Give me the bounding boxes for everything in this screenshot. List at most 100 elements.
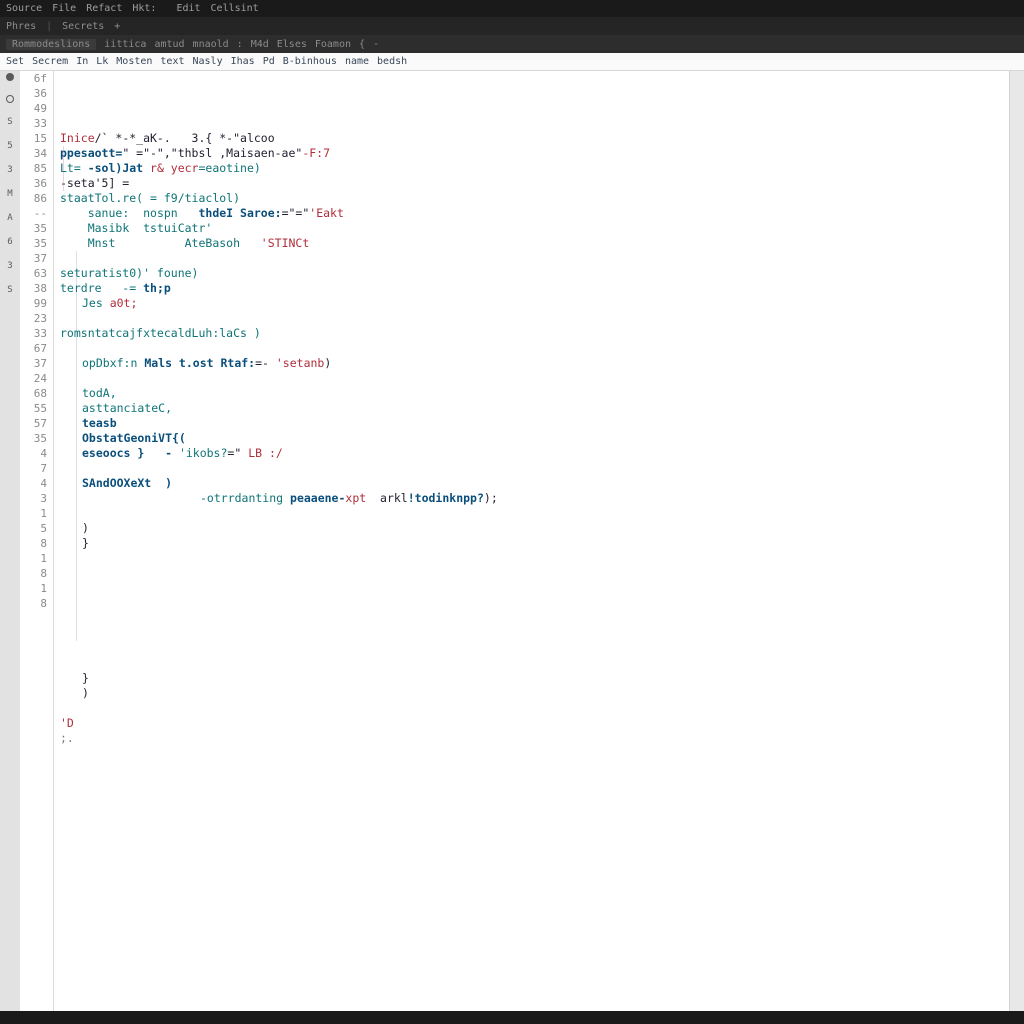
line-number: 35 bbox=[20, 236, 47, 251]
code-line[interactable] bbox=[60, 656, 1009, 671]
activity-glyph[interactable]: S bbox=[7, 117, 12, 127]
code-token: xpt bbox=[345, 491, 366, 505]
code-line[interactable]: Masibk tstuiCatr' bbox=[60, 221, 1009, 236]
code-line[interactable] bbox=[60, 581, 1009, 596]
code-line[interactable] bbox=[60, 611, 1009, 626]
code-line[interactable] bbox=[60, 551, 1009, 566]
code-line[interactable]: -otrrdanting peaaene-xpt arkl!todinknpp?… bbox=[60, 491, 1009, 506]
code-token: =" bbox=[227, 446, 248, 460]
line-number: 3 bbox=[20, 491, 47, 506]
tool-item[interactable]: Nasly bbox=[193, 56, 223, 67]
code-line[interactable]: asttanciateC, bbox=[60, 401, 1009, 416]
line-number: -- bbox=[20, 206, 47, 221]
code-line[interactable]: } bbox=[60, 536, 1009, 551]
code-line[interactable]: ) bbox=[60, 686, 1009, 701]
code-line[interactable]: ppesaott=" ="-","thbsl ,Maisaen-ae"-F:7 bbox=[60, 146, 1009, 161]
activity-glyph[interactable]: 3 bbox=[7, 261, 12, 271]
code-line[interactable] bbox=[60, 641, 1009, 656]
tool-item[interactable]: B-binhous bbox=[283, 56, 337, 67]
tool-item[interactable]: Secrem bbox=[32, 56, 68, 67]
menu-item[interactable]: Hkt: bbox=[132, 3, 156, 14]
breadcrumb-root[interactable]: Rommodeslions bbox=[6, 39, 96, 50]
breadcrumb-item[interactable]: Foamon bbox=[315, 39, 351, 50]
code-line[interactable]: opDbxf:n Mals t.ost Rtaf:=- 'setanb) bbox=[60, 356, 1009, 371]
tool-item[interactable]: name bbox=[345, 56, 369, 67]
code-line[interactable] bbox=[60, 341, 1009, 356]
code-line[interactable]: SAndOOXeXt ) bbox=[60, 476, 1009, 491]
menu-item[interactable]: Cellsint bbox=[211, 3, 259, 14]
tool-item[interactable]: Ihas bbox=[231, 56, 255, 67]
tool-item[interactable]: Lk bbox=[96, 56, 108, 67]
code-line[interactable]: ObstatGeoniVT{( bbox=[60, 431, 1009, 446]
breadcrumb-item[interactable]: M4d bbox=[251, 39, 269, 50]
vertical-scrollbar[interactable] bbox=[1009, 71, 1024, 1011]
activity-dot-filled-icon[interactable] bbox=[6, 73, 14, 81]
line-number: 34 bbox=[20, 146, 47, 161]
activity-dot-hollow-icon[interactable] bbox=[6, 95, 14, 103]
code-line[interactable]: staatTol.re( = f9/tiaclol) bbox=[60, 191, 1009, 206]
code-line[interactable]: 'D bbox=[60, 716, 1009, 731]
code-line[interactable] bbox=[60, 461, 1009, 476]
code-line[interactable] bbox=[60, 251, 1009, 266]
code-token: -sol)Jat bbox=[88, 161, 150, 175]
activity-glyph[interactable]: 5 bbox=[7, 141, 12, 151]
code-line[interactable]: seturatist0)' foune) bbox=[60, 266, 1009, 281]
activity-glyph[interactable]: M bbox=[7, 189, 12, 199]
menu-item[interactable]: Refact bbox=[86, 3, 122, 14]
tool-item[interactable]: text bbox=[160, 56, 184, 67]
line-number: 99 bbox=[20, 296, 47, 311]
code-line[interactable]: -seta'5] = bbox=[60, 176, 1009, 191]
breadcrumb-item[interactable]: mnaold bbox=[193, 39, 229, 50]
code-area[interactable]: Inice/` *-*_aK-. 3.{ *-"alcooppesaott=" … bbox=[54, 71, 1009, 1011]
menu-item[interactable]: Source bbox=[6, 3, 42, 14]
code-line[interactable] bbox=[60, 311, 1009, 326]
tool-item[interactable]: bedsh bbox=[377, 56, 407, 67]
code-line[interactable]: Jes a0t; bbox=[60, 296, 1009, 311]
code-line[interactable]: } bbox=[60, 671, 1009, 686]
tool-item[interactable]: Mosten bbox=[116, 56, 152, 67]
activity-glyph[interactable]: 3 bbox=[7, 165, 12, 175]
breadcrumb-item[interactable]: amtud bbox=[154, 39, 184, 50]
code-token: -F:7 bbox=[302, 146, 330, 160]
code-line[interactable]: todA, bbox=[60, 386, 1009, 401]
menu-item[interactable]: File bbox=[52, 3, 76, 14]
code-token: seturatist0)' foune) bbox=[60, 266, 198, 280]
code-line[interactable]: romsntatcajfxtecaldLuh:laCs ) bbox=[60, 326, 1009, 341]
code-line[interactable]: Inice/` *-*_aK-. 3.{ *-"alcoo bbox=[60, 131, 1009, 146]
activity-glyph[interactable]: A bbox=[7, 213, 12, 223]
breadcrumb-item[interactable]: iittica bbox=[104, 39, 146, 50]
tool-item[interactable]: In bbox=[76, 56, 88, 67]
new-tab-button[interactable]: + bbox=[114, 21, 120, 32]
tool-item[interactable]: Set bbox=[6, 56, 24, 67]
code-line[interactable]: sanue: nospn thdeI Saroe:="="'Eakt bbox=[60, 206, 1009, 221]
indent-guide bbox=[63, 146, 64, 191]
code-line[interactable] bbox=[60, 701, 1009, 716]
line-number: 35 bbox=[20, 221, 47, 236]
tab[interactable]: Phres bbox=[6, 21, 36, 32]
code-token: 'D bbox=[60, 716, 74, 730]
code-line[interactable]: terdre -= th;p bbox=[60, 281, 1009, 296]
code-token: Masibk tstuiCatr' bbox=[88, 221, 213, 235]
tab[interactable]: Secrets bbox=[62, 21, 104, 32]
code-line[interactable] bbox=[60, 566, 1009, 581]
menu-item[interactable]: Edit bbox=[176, 3, 200, 14]
code-line[interactable]: Lt= -sol)Jat r& yecr=eaotine) bbox=[60, 161, 1009, 176]
activity-glyph[interactable]: 6 bbox=[7, 237, 12, 247]
code-line[interactable]: Mnst AteBasoh 'STINCt bbox=[60, 236, 1009, 251]
code-token: teasb bbox=[82, 416, 117, 430]
code-token: terdre -= bbox=[60, 281, 143, 295]
code-line[interactable] bbox=[60, 371, 1009, 386]
activity-glyph[interactable]: S bbox=[7, 285, 12, 295]
code-line[interactable] bbox=[60, 596, 1009, 611]
code-line[interactable]: teasb bbox=[60, 416, 1009, 431]
line-number-gutter: 6f3649331534853686--35353763389923336737… bbox=[20, 71, 54, 1011]
code-line[interactable]: ) bbox=[60, 521, 1009, 536]
code-token bbox=[60, 206, 88, 220]
tool-item[interactable]: Pd bbox=[263, 56, 275, 67]
line-number: 7 bbox=[20, 461, 47, 476]
code-line[interactable] bbox=[60, 506, 1009, 521]
code-line[interactable] bbox=[60, 626, 1009, 641]
code-line[interactable]: ;. bbox=[60, 731, 1009, 746]
code-line[interactable]: eseoocs } - 'ikobs?=" LB :/ bbox=[60, 446, 1009, 461]
breadcrumb-item[interactable]: Elses bbox=[277, 39, 307, 50]
